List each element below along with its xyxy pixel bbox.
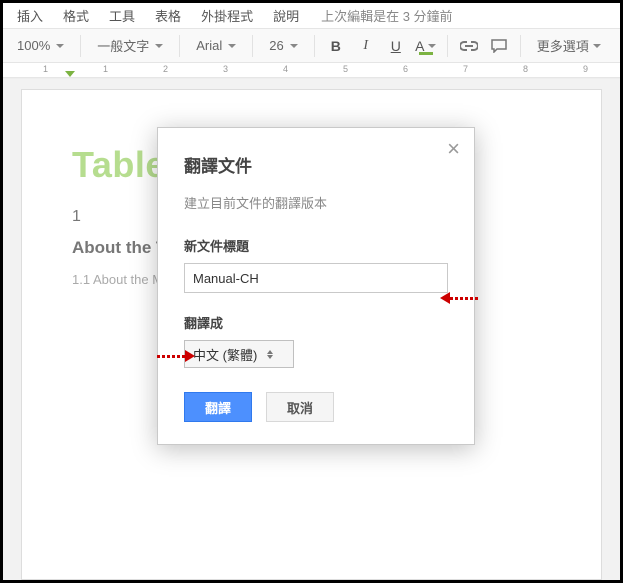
cancel-button[interactable]: 取消 bbox=[266, 392, 334, 422]
dialog-subtitle: 建立目前文件的翻譯版本 bbox=[184, 193, 448, 212]
close-icon: × bbox=[447, 136, 460, 161]
annotation-arrow bbox=[440, 292, 478, 304]
close-button[interactable]: × bbox=[447, 138, 460, 160]
dialog-scrim: × 翻譯文件 建立目前文件的翻譯版本 新文件標題 翻譯成 中文 (繁體) 翻譯 … bbox=[3, 3, 620, 580]
language-select[interactable]: 中文 (繁體) bbox=[184, 340, 294, 368]
language-value: 中文 (繁體) bbox=[193, 345, 257, 364]
updown-icon bbox=[267, 350, 273, 359]
dialog-title: 翻譯文件 bbox=[184, 152, 448, 177]
translate-button[interactable]: 翻譯 bbox=[184, 392, 252, 422]
new-title-input[interactable] bbox=[184, 263, 448, 293]
label-new-title: 新文件標題 bbox=[184, 236, 448, 255]
dialog-buttons: 翻譯 取消 bbox=[184, 392, 448, 422]
label-language: 翻譯成 bbox=[184, 313, 448, 332]
language-section: 翻譯成 中文 (繁體) bbox=[184, 313, 448, 368]
title-section: 新文件標題 bbox=[184, 236, 448, 293]
translate-dialog: × 翻譯文件 建立目前文件的翻譯版本 新文件標題 翻譯成 中文 (繁體) 翻譯 … bbox=[157, 127, 475, 445]
